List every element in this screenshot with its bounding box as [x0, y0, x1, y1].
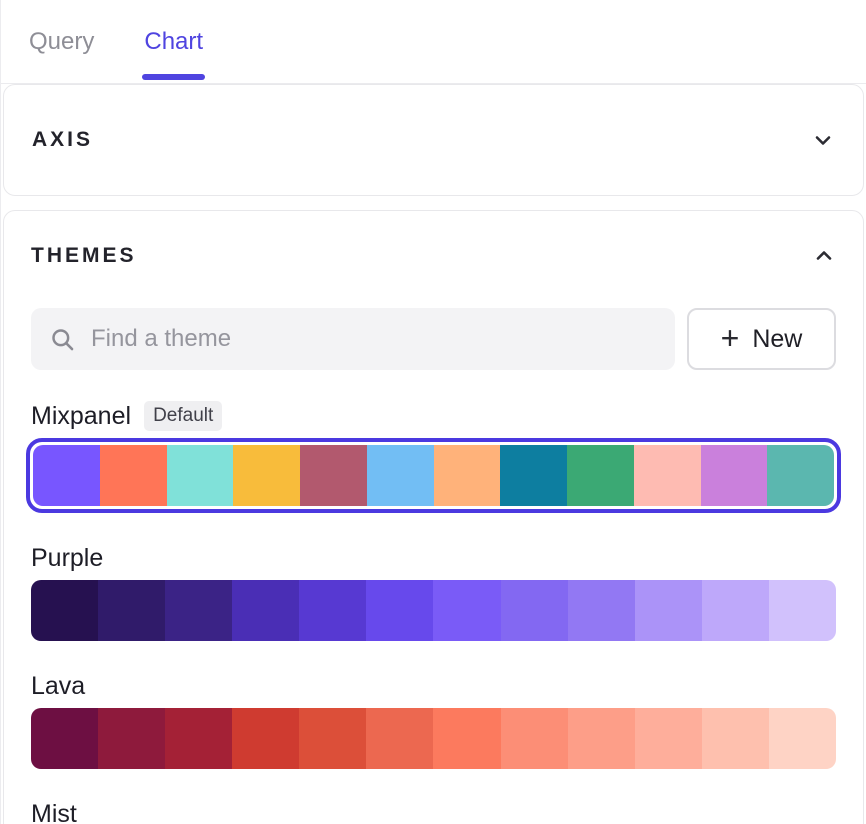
color-swatch [702, 580, 769, 641]
theme-swatch-row[interactable] [31, 708, 836, 769]
color-swatch [635, 708, 702, 769]
color-swatch [634, 445, 701, 506]
color-swatch [701, 445, 768, 506]
theme-name: Mixpanel [31, 402, 131, 431]
active-tab-underline [142, 74, 205, 80]
color-swatch [568, 708, 635, 769]
color-swatch [366, 580, 433, 641]
search-icon [49, 326, 76, 353]
theme-search-input[interactable] [91, 325, 657, 353]
color-swatch [500, 445, 567, 506]
chevron-up-icon[interactable] [812, 244, 836, 268]
color-swatch [33, 445, 100, 506]
tab-chart-label: Chart [144, 28, 203, 56]
theme-item: Lava [31, 672, 836, 769]
color-swatch [367, 445, 434, 506]
plus-icon: + [721, 322, 740, 354]
section-gap [1, 196, 866, 210]
color-swatch [300, 445, 367, 506]
theme-item: Purple [31, 544, 836, 641]
color-swatch [366, 708, 433, 769]
tab-chart[interactable]: Chart [144, 0, 203, 83]
color-swatch [232, 580, 299, 641]
new-theme-button[interactable]: + New [687, 308, 836, 370]
color-swatch [165, 580, 232, 641]
theme-label-row: Mixpanel Default [31, 401, 836, 431]
color-swatch [433, 708, 500, 769]
theme-item: Mixpanel Default [31, 401, 836, 513]
theme-search-row: + New [31, 308, 836, 370]
themes-section-title: THEMES [31, 244, 137, 268]
axis-section[interactable]: AXIS [3, 84, 864, 196]
theme-name: Lava [31, 672, 85, 701]
selected-theme-ring[interactable] [26, 438, 841, 513]
default-badge: Default [144, 401, 222, 431]
color-swatch [98, 580, 165, 641]
color-swatch [31, 580, 98, 641]
tab-query[interactable]: Query [29, 0, 94, 83]
color-swatch [167, 445, 234, 506]
color-swatch [769, 708, 836, 769]
themes-section-header[interactable]: THEMES [31, 211, 836, 268]
theme-label-row: Lava [31, 672, 836, 701]
chart-settings-panel: Query Chart AXIS THEMES [0, 0, 866, 824]
color-swatch [433, 580, 500, 641]
axis-section-title: AXIS [32, 128, 93, 152]
color-swatch [98, 708, 165, 769]
tab-query-label: Query [29, 28, 94, 56]
color-swatch [702, 708, 769, 769]
color-swatch [767, 445, 834, 506]
theme-name: Mist [31, 800, 77, 824]
color-swatch [567, 445, 634, 506]
tab-bar: Query Chart [1, 0, 866, 84]
color-swatch [165, 708, 232, 769]
color-swatch [232, 708, 299, 769]
theme-item: Mist [31, 800, 836, 824]
color-swatch [434, 445, 501, 506]
theme-name: Purple [31, 544, 103, 573]
theme-label-row: Purple [31, 544, 836, 573]
color-swatch [299, 580, 366, 641]
themes-section: THEMES + New MixpanelDefaultPurpleLavaMi… [3, 210, 864, 824]
theme-label-row: Mist [31, 800, 836, 824]
theme-swatch-row[interactable] [31, 580, 836, 641]
theme-swatch-row[interactable] [33, 445, 834, 506]
theme-list: Mixpanel Default Purple Lava Mist [31, 401, 836, 824]
theme-search-box[interactable] [31, 308, 675, 370]
color-swatch [100, 445, 167, 506]
color-swatch [299, 708, 366, 769]
color-swatch [568, 580, 635, 641]
chevron-down-icon[interactable] [811, 128, 835, 152]
color-swatch [635, 580, 702, 641]
new-theme-button-label: New [752, 325, 802, 354]
color-swatch [501, 580, 568, 641]
color-swatch [233, 445, 300, 506]
color-swatch [769, 580, 836, 641]
color-swatch [31, 708, 98, 769]
color-swatch [501, 708, 568, 769]
